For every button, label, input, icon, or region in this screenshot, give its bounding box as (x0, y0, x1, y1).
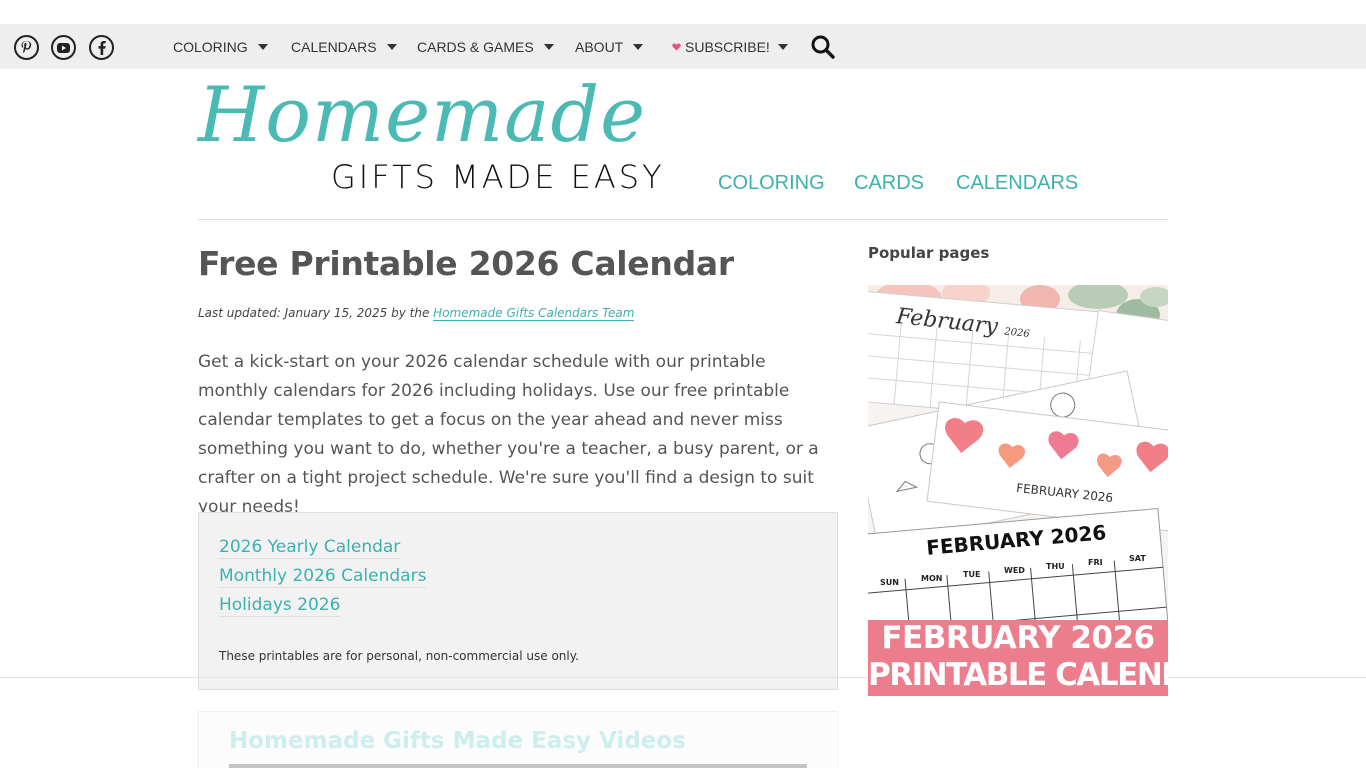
byline: Last updated: January 15, 2025 by the Ho… (198, 306, 635, 321)
promo-banner: FEBRUARY 2026 PRINTABLE CALENDARS (868, 620, 1168, 696)
byline-prefix: Last updated: January 15, 2025 by the (198, 306, 434, 320)
usage-note: These printables are for personal, non-c… (219, 649, 579, 663)
promo-day-mon: MON (921, 574, 943, 583)
video-player-bar[interactable] (229, 764, 807, 768)
logo-tagline: GIFTS MADE EASY (331, 158, 665, 196)
pinterest-icon[interactable] (14, 35, 39, 60)
nav-subscribe[interactable]: SUBSCRIBE! (672, 39, 788, 55)
nav-cards-games-label: CARDS & GAMES (417, 39, 534, 55)
promo-day-thu: THU (1046, 562, 1065, 571)
header-nav-coloring[interactable]: COLORING (718, 172, 825, 195)
chevron-down-icon (633, 44, 644, 50)
page-title: Free Printable 2026 Calendar (198, 244, 734, 283)
logo-script-text: Homemade (198, 70, 647, 159)
intro-paragraph: Get a kick-start on your 2026 calendar s… (198, 352, 819, 517)
nav-coloring-label: COLORING (173, 39, 248, 55)
toc-link-yearly[interactable]: 2026 Yearly Calendar (219, 537, 401, 559)
toc-link-holidays[interactable]: Holidays 2026 (219, 595, 341, 617)
videos-section: Homemade Gifts Made Easy Videos (198, 711, 838, 768)
top-nav-bar: COLORING CALENDARS CARDS & GAMES ABOUT S… (0, 24, 1366, 69)
promo-day-wed: WED (1004, 566, 1025, 575)
youtube-icon[interactable] (51, 35, 76, 60)
header-nav-calendars[interactable]: CALENDARS (956, 172, 1078, 195)
promo-day-sat: SAT (1129, 554, 1146, 563)
facebook-icon[interactable] (89, 35, 114, 60)
site-logo[interactable]: Homemade GIFTS MADE EASY (198, 70, 686, 196)
nav-cards-games[interactable]: CARDS & GAMES (417, 39, 554, 55)
nav-about[interactable]: ABOUT (575, 39, 644, 55)
nav-subscribe-label: SUBSCRIBE! (685, 39, 770, 55)
nav-coloring[interactable]: COLORING (173, 39, 268, 55)
popular-page-promo[interactable]: February 2026 FEBRUARY 2026 FEBRUARY 202… (868, 285, 1168, 696)
chevron-down-icon (386, 44, 397, 50)
byline-author-link[interactable]: Homemade Gifts Calendars Team (433, 306, 635, 321)
table-of-contents: 2026 Yearly Calendar Monthly 2026 Calend… (198, 512, 838, 690)
promo-day-sun: SUN (880, 578, 899, 587)
search-icon[interactable] (810, 34, 836, 60)
nav-calendars[interactable]: CALENDARS (291, 39, 397, 55)
chevron-down-icon (543, 44, 554, 50)
promo-banner-line2: PRINTABLE CALENDARS (868, 657, 1168, 693)
sidebar-title: Popular pages (868, 244, 990, 262)
promo-day-tue: TUE (963, 570, 981, 579)
chevron-down-icon (257, 44, 268, 50)
header-nav-cards[interactable]: CARDS (854, 172, 924, 195)
videos-title: Homemade Gifts Made Easy Videos (229, 728, 686, 754)
chevron-down-icon (777, 44, 788, 50)
toc-link-monthly[interactable]: Monthly 2026 Calendars (219, 566, 427, 588)
header-divider (198, 219, 1168, 220)
nav-calendars-label: CALENDARS (291, 39, 377, 55)
nav-about-label: ABOUT (575, 39, 624, 55)
promo-banner-line1: FEBRUARY 2026 (881, 620, 1155, 656)
promo-day-fri: FRI (1088, 558, 1103, 567)
heart-icon (672, 43, 681, 51)
